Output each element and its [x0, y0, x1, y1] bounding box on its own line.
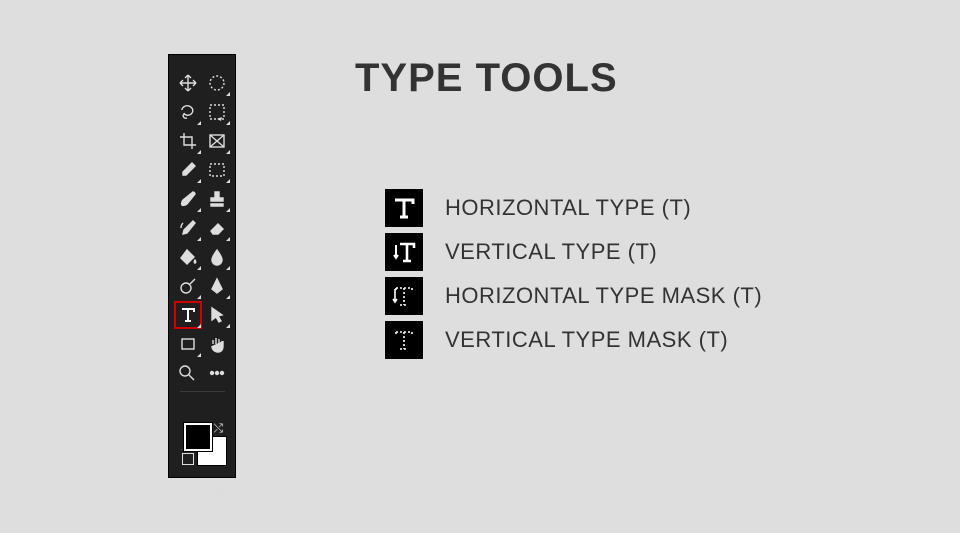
pen-icon — [207, 276, 227, 296]
eyedropper-icon — [178, 160, 198, 180]
edit-toolbar[interactable] — [174, 475, 202, 503]
tools-panel: ⤭ — [168, 54, 236, 478]
eyedropper-tool[interactable] — [174, 156, 202, 184]
list-item: VERTICAL TYPE MASK (T) — [385, 318, 762, 362]
rectangle-tool[interactable] — [174, 330, 202, 358]
screen-mode-icon — [192, 508, 212, 528]
frame-tool[interactable] — [203, 156, 231, 184]
pen-tool[interactable] — [203, 272, 231, 300]
list-item-label: VERTICAL TYPE (T) — [445, 239, 657, 265]
horizontal-type-icon — [385, 189, 423, 227]
vertical-type-mask-icon — [385, 321, 423, 359]
more-tool[interactable] — [203, 359, 231, 387]
bucket-icon — [178, 247, 198, 267]
hand-tool[interactable] — [203, 330, 231, 358]
eraser-icon — [207, 218, 227, 238]
list-item: VERTICAL TYPE (T) — [385, 230, 762, 274]
zoom-icon — [177, 363, 197, 383]
marquee-icon — [207, 73, 227, 93]
hand-icon — [207, 334, 227, 354]
paint-bucket-tool[interactable] — [174, 243, 202, 271]
list-item-label: VERTICAL TYPE MASK (T) — [445, 327, 728, 353]
vertical-type-icon — [385, 233, 423, 271]
lasso-tool[interactable] — [174, 98, 202, 126]
path-select-tool[interactable] — [203, 301, 231, 329]
dodge-icon — [178, 276, 198, 296]
edit-toolbar-icon — [177, 479, 197, 499]
more-icon — [207, 363, 227, 383]
move-icon — [178, 73, 198, 93]
crop-tool[interactable] — [174, 127, 202, 155]
horizontal-type-mask-icon — [385, 277, 423, 315]
list-item: HORIZONTAL TYPE MASK (T) — [385, 274, 762, 318]
dodge-tool[interactable] — [174, 272, 202, 300]
marquee-tool[interactable] — [203, 69, 231, 97]
history-brush-tool[interactable] — [174, 214, 202, 242]
slice-icon — [207, 131, 227, 151]
blur-tool[interactable] — [203, 243, 231, 271]
list-item: HORIZONTAL TYPE (T) — [385, 186, 762, 230]
quick-select-tool[interactable] — [203, 98, 231, 126]
swap-colors-icon[interactable]: ⤭ — [214, 421, 224, 436]
zoom-tool[interactable] — [174, 359, 202, 387]
screen-mode[interactable] — [188, 504, 216, 532]
color-swatches[interactable]: ⤭ — [174, 419, 231, 465]
quick-mask-icon — [207, 479, 227, 499]
type-icon — [178, 305, 198, 325]
move-tool[interactable] — [174, 69, 202, 97]
type-tools-list: HORIZONTAL TYPE (T) VERTICAL TYPE (T) HO… — [385, 186, 762, 362]
list-item-label: HORIZONTAL TYPE (T) — [445, 195, 691, 221]
slice-tool[interactable] — [203, 127, 231, 155]
arrow-icon — [207, 305, 227, 325]
crop-icon — [178, 131, 198, 151]
list-item-label: HORIZONTAL TYPE MASK (T) — [445, 283, 762, 309]
brush-tool[interactable] — [174, 185, 202, 213]
lasso-icon — [178, 102, 198, 122]
stamp-icon — [207, 189, 227, 209]
foreground-color[interactable] — [184, 423, 212, 451]
type-tool[interactable] — [174, 301, 202, 329]
frame-icon — [207, 160, 227, 180]
eraser-tool[interactable] — [203, 214, 231, 242]
history-brush-icon — [178, 218, 198, 238]
brush-icon — [178, 189, 198, 209]
rectangle-icon — [178, 334, 198, 354]
quick-select-icon — [207, 102, 227, 122]
page-title: TYPE TOOLS — [355, 56, 618, 101]
default-colors-icon[interactable] — [182, 453, 194, 465]
clone-stamp-tool[interactable] — [203, 185, 231, 213]
quick-mask[interactable] — [203, 475, 231, 503]
blur-icon — [207, 247, 227, 267]
